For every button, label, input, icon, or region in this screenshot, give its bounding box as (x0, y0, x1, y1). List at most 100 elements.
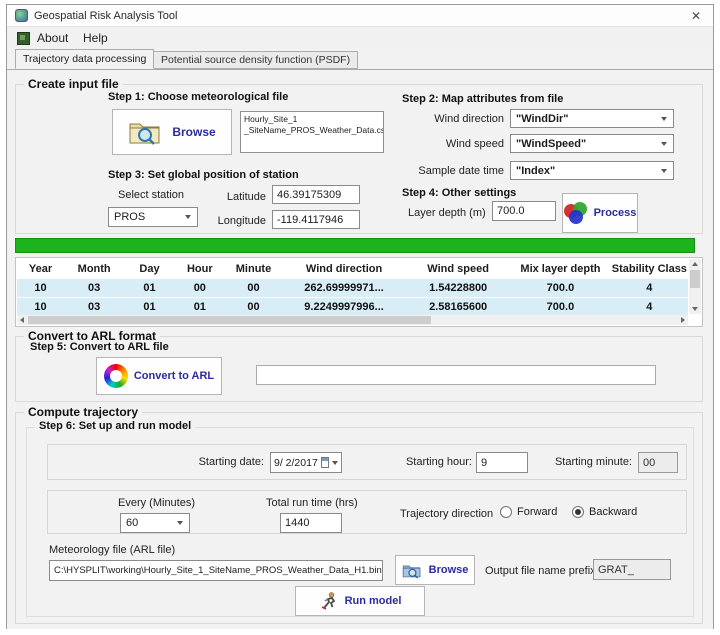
table-cell: 00 (225, 279, 282, 297)
column-header-mix-layer-depth[interactable]: Mix layer depth (510, 259, 611, 279)
total-run-time-value: 1440 (285, 517, 309, 529)
starting-date-picker[interactable]: 9/ 2/2017 (270, 452, 342, 473)
starting-minute-field[interactable]: 00 (638, 452, 678, 473)
layer-depth-field[interactable]: 700.0 (492, 201, 556, 221)
step6-title: Step 6: Set up and run model (35, 420, 195, 432)
arl-file-label: Meteorology file (ARL file) (49, 544, 175, 556)
vertical-scroll-thumb[interactable] (690, 270, 700, 288)
step6-group: Step 6: Set up and run model Starting da… (26, 427, 694, 617)
table-row[interactable]: 1003010000262.69999971...1.54228800700.0… (17, 279, 688, 298)
column-header-month[interactable]: Month (64, 259, 124, 279)
backward-radio[interactable]: Backward (572, 506, 637, 518)
sample-date-time-select[interactable]: "Index" (510, 161, 674, 180)
every-minutes-value: 60 (126, 517, 138, 529)
convert-to-arl-label: Convert to ARL (134, 370, 214, 382)
total-run-time-label: Total run time (hrs) (266, 497, 358, 509)
station-select[interactable]: PROS (108, 207, 198, 227)
wind-speed-label: Wind speed (384, 138, 504, 150)
starting-hour-field[interactable]: 9 (476, 452, 528, 473)
column-header-hour[interactable]: Hour (175, 259, 225, 279)
tab-page: Create input file Step 1: Choose meteoro… (7, 69, 713, 629)
every-minutes-select[interactable]: 60 (120, 513, 190, 533)
menu-about[interactable]: About (33, 27, 72, 49)
processing-progress-bar (15, 238, 695, 253)
process-button[interactable]: Process (562, 193, 638, 233)
arl-file-path-field[interactable]: C:\HYSPLIT\working\Hourly_Site_1_SiteNam… (49, 560, 383, 581)
longitude-field[interactable]: -119.4117946 (272, 210, 360, 229)
browse-arl-file-button[interactable]: Browse (395, 555, 475, 585)
forward-radio-label: Forward (517, 506, 557, 518)
latitude-field[interactable]: 46.39175309 (272, 185, 360, 204)
output-prefix-field[interactable]: GRAT_ (593, 559, 671, 580)
table-cell: 00 (225, 298, 282, 316)
arl-file-path-value: C:\HYSPLIT\working\Hourly_Site_1_SiteNam… (54, 565, 382, 576)
menu-help[interactable]: Help (79, 27, 112, 49)
table-cell: 01 (124, 279, 174, 297)
table-cell: 1.54228800 (406, 279, 510, 297)
tab-strip: Trajectory data processing Potential sou… (7, 49, 713, 69)
calendar-icon (321, 457, 329, 468)
start-time-row: Starting date: 9/ 2/2017 Starting hour: … (47, 444, 687, 480)
about-icon (17, 32, 30, 45)
column-header-year[interactable]: Year (17, 259, 64, 279)
create-input-group: Create input file Step 1: Choose meteoro… (15, 84, 703, 234)
tab-psdf[interactable]: Potential source density function (PSDF) (153, 51, 358, 69)
total-run-time-field[interactable]: 1440 (280, 513, 342, 533)
wind-direction-label: Wind direction (384, 113, 504, 125)
forward-radio[interactable]: Forward (500, 506, 557, 518)
runner-icon (319, 591, 339, 611)
run-model-button[interactable]: Run model (295, 586, 425, 616)
layer-depth-value: 700.0 (497, 205, 525, 217)
backward-radio-label: Backward (589, 506, 637, 518)
table-cell: 9.2249997996... (282, 298, 406, 316)
create-input-title: Create input file (24, 77, 123, 91)
wind-direction-select[interactable]: "WindDir" (510, 109, 674, 128)
table-cell: 03 (64, 298, 124, 316)
starting-hour-value: 9 (481, 457, 487, 469)
scroll-up-icon[interactable] (692, 262, 698, 266)
starting-date-label: Starting date: (184, 456, 264, 468)
step5-title: Step 5: Convert to ARL file (30, 341, 169, 353)
step2-title: Step 2: Map attributes from file (402, 93, 563, 105)
sample-date-time-label: Sample date time (384, 165, 504, 177)
table-cell: 01 (124, 298, 174, 316)
scroll-down-icon[interactable] (692, 307, 698, 311)
vertical-scrollbar[interactable] (689, 259, 701, 314)
wind-speed-select[interactable]: "WindSpeed" (510, 134, 674, 153)
longitude-value: -119.4117946 (277, 214, 343, 226)
scroll-right-icon[interactable] (681, 317, 685, 323)
met-file-name-line1: Hourly_Site_1 (244, 114, 380, 125)
horizontal-scrollbar[interactable] (17, 315, 688, 325)
scroll-left-icon[interactable] (20, 317, 24, 323)
backward-radio-icon (572, 506, 584, 518)
starting-hour-label: Starting hour: (398, 456, 472, 468)
column-header-day[interactable]: Day (124, 259, 174, 279)
table-cell: 4 (611, 279, 688, 297)
select-station-label: Select station (118, 189, 184, 201)
column-header-stability-class[interactable]: Stability Class (611, 259, 688, 279)
step1-title: Step 1: Choose meteorological file (108, 91, 288, 103)
table-cell: 03 (64, 279, 124, 297)
table-cell: 262.69999971... (282, 279, 406, 297)
step4-title: Step 4: Other settings (402, 187, 516, 199)
met-file-name-box[interactable]: Hourly_Site_1 _SiteName_PROS_Weather_Dat… (240, 111, 384, 153)
column-header-wind-speed[interactable]: Wind speed (406, 259, 510, 279)
chevron-down-icon (332, 461, 338, 465)
compute-trajectory-title: Compute trajectory (24, 405, 142, 419)
window-title: Geospatial Risk Analysis Tool (34, 5, 177, 27)
column-header-wind-direction[interactable]: Wind direction (282, 259, 406, 279)
horizontal-scroll-thumb[interactable] (28, 316, 431, 324)
tab-trajectory-data-processing[interactable]: Trajectory data processing (15, 49, 154, 69)
latitude-label: Latitude (216, 191, 266, 203)
sample-date-time-value: "Index" (516, 165, 555, 177)
column-header-minute[interactable]: Minute (225, 259, 282, 279)
run-options-row: Every (Minutes) 60 Total run time (hrs) … (47, 490, 687, 534)
folder-search-icon-small (402, 562, 424, 579)
browse-met-file-button[interactable]: Browse (112, 109, 232, 155)
close-icon[interactable]: ✕ (679, 5, 713, 27)
layer-depth-label: Layer depth (m) (408, 207, 486, 219)
trajectory-direction-label: Trajectory direction (400, 508, 493, 520)
app-window: Geospatial Risk Analysis Tool ✕ About He… (6, 4, 714, 629)
convert-to-arl-button[interactable]: Convert to ARL (96, 357, 222, 395)
starting-minute-label: Starting minute: (546, 456, 632, 468)
